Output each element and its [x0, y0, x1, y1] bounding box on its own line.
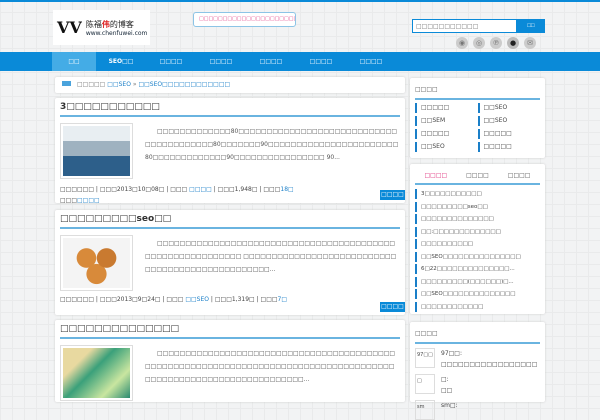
breadcrumb-separator: »	[132, 81, 137, 88]
comment-item[interactable]: 97□□ 97□□: □□□□□□□□□□□□□□□□□	[415, 348, 540, 370]
post-title[interactable]: □□□□□□□□□□□□□□	[60, 324, 400, 339]
comment-item[interactable]: □ □: □□	[415, 374, 540, 396]
search-input[interactable]	[412, 19, 517, 33]
post-thumbnail[interactable]	[60, 123, 133, 179]
hot-post-link[interactable]: □□□□□□□□□□□□□□	[415, 214, 540, 224]
post-card: □□□□□□□□□□□□□□ □□□□□□□□□□□□□□□□□□□□□□□□□…	[55, 320, 405, 402]
notice-bubble: □□□□□□□□□□□□□□□□□□□□□□□□□□□	[193, 12, 296, 27]
breadcrumb: □□□□□ □□SEO » □□SEO□□□□□□□□□□□□	[55, 77, 405, 93]
rss-icon[interactable]: ◉	[456, 37, 468, 49]
post-meta: □□□□□□ | □□□2013□10□08□ | □□□ □□□□ | □□□…	[60, 184, 360, 206]
weibo-icon[interactable]: ◎	[473, 37, 485, 49]
post-card: 3□□□□□□□□□□□ □□□□□□□□□□□□□80□□□□□□□□□□□□…	[55, 98, 405, 206]
post-title[interactable]: 3□□□□□□□□□□□	[60, 102, 400, 117]
comment-text: □□	[441, 387, 453, 394]
nav-item[interactable]: □□□□	[346, 52, 396, 71]
breadcrumb-prefix: □□□□□	[77, 81, 106, 88]
site-logo[interactable]: VV 陈福伟的博客 www.chenfuwei.com	[53, 10, 150, 45]
widget-title: □□□□	[415, 83, 540, 100]
nav-item[interactable]: □□□□	[196, 52, 246, 71]
breadcrumb-link[interactable]: □□SEO	[107, 81, 131, 88]
nav-item[interactable]: □□□□	[146, 52, 196, 71]
post-excerpt: □□□□□□□□□□□□□□□□□□□□□□□□□□□□□□□□□□□□□□□□…	[145, 350, 396, 383]
category-link[interactable]: □□SEO	[415, 142, 478, 152]
post-excerpt: □□□□□□□□□□□□□□□□□□□□□□□□□□□□□□□□□□□□□□□□…	[145, 240, 397, 273]
comments-link[interactable]: 7□	[278, 296, 288, 303]
post-meta: □□□□□□ | □□□2013□9□24□ | □□□ □□SEO | □□□…	[60, 294, 360, 305]
nav-home[interactable]: □□	[52, 52, 96, 71]
recent-comments-widget: □□□□ 97□□ 97□□: □□□□□□□□□□□□□□□□□ □ □: □□ sm…	[410, 322, 545, 420]
meta-views: | □□□1,948□ | □□□	[211, 186, 281, 193]
hot-post-link[interactable]: □□SEO□□□□□□□□□□□□□□□	[415, 251, 540, 262]
hot-post-link[interactable]: □□□□□□□□□(□□□□□□)□...	[415, 276, 540, 287]
tab-hot[interactable]: □□□□	[424, 172, 447, 179]
category-link[interactable]: □□□□□	[415, 129, 478, 139]
search-button[interactable]: □□	[517, 19, 545, 33]
category-link[interactable]: □□□□	[189, 186, 212, 193]
home-icon	[62, 81, 71, 86]
nav-seo[interactable]: SEO□□	[96, 52, 146, 71]
post-title[interactable]: □□□□□□□□□seo□□	[60, 214, 400, 229]
hot-post-link[interactable]: □□SEO□□□□□□□□□□□□□□	[415, 289, 540, 299]
avatar: 97□□	[415, 348, 435, 368]
comments-link[interactable]: 18□	[280, 186, 293, 193]
hot-post-link[interactable]: □□:□□□□□□□□□□□□□	[415, 226, 540, 237]
tab-latest[interactable]: □□□□	[466, 172, 489, 179]
meta-views: | □□□1,319□ | □□□	[209, 296, 278, 303]
comment-author: □:	[441, 376, 449, 383]
hot-post-link[interactable]: □□□□□□□□□□□□	[415, 301, 540, 312]
category-link[interactable]: □□□□□	[415, 103, 478, 113]
post-thumbnail[interactable]	[60, 345, 133, 401]
tencent-weibo-icon[interactable]: ℗	[490, 37, 502, 49]
main-nav: □□ SEO□□ □□□□ □□□□ □□□□ □□□□ □□□□	[0, 52, 600, 71]
category-link[interactable]: □□SEM	[415, 116, 478, 126]
tags-label: □□□	[60, 197, 78, 204]
category-link[interactable]: □□SEO	[477, 116, 541, 126]
category-link[interactable]: □□□□□	[477, 129, 541, 139]
tag-link[interactable]: □□□□	[77, 197, 100, 204]
comment-text: □□□□□□□□□□□□□□□□□	[441, 361, 538, 368]
category-link[interactable]: □□□□□	[477, 142, 541, 152]
post-card: □□□□□□□□□seo□□ □□□□□□□□□□□□□□□□□□□□□□□□□…	[55, 210, 405, 315]
hot-post-link[interactable]: 6□22□□□□□□□□□□□□□□...	[415, 264, 540, 274]
avatar: sm	[415, 400, 435, 420]
qq-icon[interactable]: ●	[507, 37, 519, 49]
meta-text: □□□□□□ | □□□2013□9□24□ | □□□	[60, 296, 186, 303]
tab-random[interactable]: □□□□	[508, 172, 531, 179]
social-links: ◉ ◎ ℗ ● ✉	[456, 37, 536, 49]
comment-author: 97□□:	[441, 350, 462, 357]
category-link[interactable]: □□SEO	[477, 103, 541, 113]
comment-author: sm□:	[441, 402, 458, 409]
comment-item[interactable]: sm sm□:	[415, 400, 540, 420]
categories-widget: □□□□ □□□□□ □□SEO □□SEM □□SEO □□□□□ □□□□□ □□…	[410, 78, 545, 158]
hot-post-link[interactable]: 3□□□□□□□□□□□	[415, 189, 540, 199]
logo-name: 陈福伟的博客	[85, 19, 134, 29]
hot-post-link[interactable]: □□□□□□□□□seo□□	[415, 201, 540, 212]
post-thumbnail[interactable]	[60, 235, 133, 291]
logo-mark: VV	[57, 18, 82, 37]
email-icon[interactable]: ✉	[524, 37, 536, 49]
post-excerpt: □□□□□□□□□□□□□80□□□□□□□□□□□□□□□□□□□□□□□□□…	[145, 128, 399, 161]
nav-item[interactable]: □□□□	[296, 52, 346, 71]
posts-tabs-widget: □□□□ □□□□ □□□□ 3□□□□□□□□□□□ □□□□□□□□□seo□□…	[410, 164, 545, 314]
meta-text: □□□□□□ | □□□2013□10□08□ | □□□	[60, 186, 190, 193]
category-link[interactable]: □□SEO	[185, 296, 209, 303]
logo-url: www.chenfuwei.com	[85, 29, 148, 37]
breadcrumb-link[interactable]: □□SEO□□□□□□□□□□□□	[138, 81, 230, 88]
widget-title: □□□□	[415, 327, 540, 344]
avatar: □	[415, 374, 435, 394]
nav-item[interactable]: □□□□	[246, 52, 296, 71]
read-more-button[interactable]: □□□□	[380, 190, 405, 200]
hot-post-link[interactable]: □□□□□□□□□□	[415, 239, 540, 249]
read-more-button[interactable]: □□□□	[380, 302, 405, 312]
search-form: □□	[412, 19, 545, 33]
